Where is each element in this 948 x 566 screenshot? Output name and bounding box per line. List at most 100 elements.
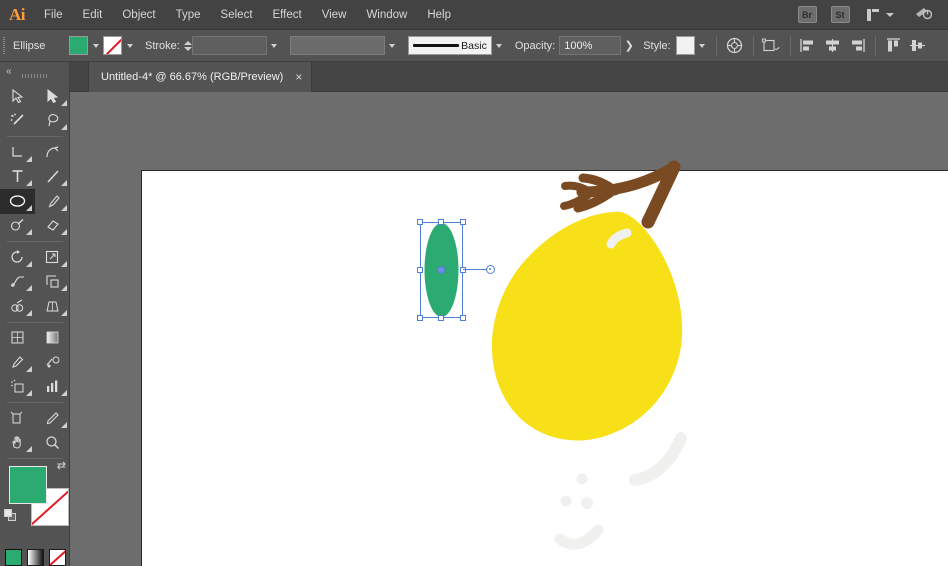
paintbrush-tool[interactable] xyxy=(35,189,70,214)
selected-ellipse[interactable] xyxy=(417,219,495,321)
none-mode[interactable] xyxy=(48,549,66,566)
style-chevron-down-icon[interactable] xyxy=(695,36,710,55)
style-label: Style: xyxy=(643,39,671,52)
fill-swatch[interactable] xyxy=(69,36,88,55)
hand-tool[interactable] xyxy=(0,431,35,456)
menu-help[interactable]: Help xyxy=(417,0,461,30)
workspace-switcher[interactable] xyxy=(866,8,894,21)
curvature-tool[interactable] xyxy=(35,140,70,165)
graphic-style-control[interactable]: Style: xyxy=(643,36,710,55)
brush-definition-control[interactable]: Basic xyxy=(407,36,507,55)
panel-drag-grip[interactable] xyxy=(22,74,48,78)
ellipse-tool[interactable] xyxy=(0,189,35,214)
gradient-mode[interactable] xyxy=(26,549,44,566)
menu-file[interactable]: File xyxy=(34,0,73,30)
menu-window[interactable]: Window xyxy=(356,0,417,30)
free-transform-tool[interactable] xyxy=(35,270,70,295)
rotate-tool[interactable] xyxy=(0,245,35,270)
transform-center-point[interactable] xyxy=(437,266,445,274)
stroke-weight-control[interactable]: Stroke: xyxy=(145,36,282,55)
scale-tool[interactable] xyxy=(35,245,70,270)
menu-select[interactable]: Select xyxy=(211,0,263,30)
zoom-tool[interactable] xyxy=(35,431,70,456)
divider xyxy=(0,399,70,406)
magic-wand-tool[interactable] xyxy=(0,109,35,134)
brush-definition-field[interactable]: Basic xyxy=(407,36,492,55)
rotate-widget-icon[interactable] xyxy=(486,265,495,274)
collapse-panel-icon[interactable]: « xyxy=(6,66,11,77)
menu-type[interactable]: Type xyxy=(166,0,211,30)
blend-tool[interactable] xyxy=(35,350,70,375)
canvas-area[interactable] xyxy=(70,92,948,566)
toolpanel-fill-swatch[interactable] xyxy=(9,466,47,504)
align-vertical-center-icon[interactable] xyxy=(906,34,930,58)
opacity-control[interactable]: Opacity: 100% ❯ xyxy=(515,36,637,55)
control-bar-grip[interactable] xyxy=(0,30,7,62)
width-tool[interactable] xyxy=(0,270,35,295)
lemon-illustration[interactable] xyxy=(70,92,948,566)
eyedropper-tool[interactable] xyxy=(0,350,35,375)
transform-shape-icon[interactable] xyxy=(760,34,784,58)
shaper-tool[interactable] xyxy=(0,214,35,239)
handle-top-right[interactable] xyxy=(460,219,466,225)
tool-expand-corner xyxy=(61,260,67,267)
color-mode[interactable] xyxy=(4,549,22,566)
graphic-style-swatch[interactable] xyxy=(675,36,695,55)
artboard-tool[interactable] xyxy=(0,406,35,431)
variable-width-control[interactable] xyxy=(289,36,400,55)
menu-view[interactable]: View xyxy=(312,0,357,30)
menu-effect[interactable]: Effect xyxy=(263,0,312,30)
lasso-tool[interactable] xyxy=(35,109,70,134)
search-adobe-stock-icon[interactable] xyxy=(914,5,933,24)
tool-expand-corner xyxy=(26,285,32,291)
align-left-icon[interactable] xyxy=(797,34,821,58)
column-graph-tool[interactable] xyxy=(35,375,70,400)
tools-panel-header[interactable]: « xyxy=(0,62,69,84)
symbol-sprayer-tool[interactable] xyxy=(0,375,35,400)
opacity-input[interactable]: 100% xyxy=(559,36,622,55)
stroke-color-control[interactable] xyxy=(103,36,137,55)
slice-tool[interactable] xyxy=(35,406,70,431)
brush-chevron-down-icon[interactable] xyxy=(492,36,507,55)
gradient-tool[interactable] xyxy=(35,326,70,351)
direct-selection-tool[interactable] xyxy=(35,84,70,109)
stroke-weight-input[interactable] xyxy=(191,36,267,55)
recolor-artwork-icon[interactable] xyxy=(723,34,747,58)
align-horizontal-center-icon[interactable] xyxy=(821,34,845,58)
document-tab[interactable]: Untitled-4* @ 66.67% (RGB/Preview) × xyxy=(88,62,313,92)
tool-expand-corner xyxy=(61,421,67,428)
pen-tool[interactable] xyxy=(0,140,35,165)
line-segment-tool[interactable] xyxy=(35,165,70,190)
handle-bottom-left[interactable] xyxy=(417,315,423,321)
swap-fill-stroke-icon[interactable]: ⇄ xyxy=(57,459,66,472)
default-fill-stroke-icon[interactable] xyxy=(4,509,17,522)
close-icon[interactable]: × xyxy=(295,71,302,83)
stroke-weight-chevron-down-icon[interactable] xyxy=(267,36,282,55)
selection-tool[interactable] xyxy=(0,84,35,109)
perspective-grid-tool[interactable] xyxy=(35,294,70,319)
handle-middle-left[interactable] xyxy=(417,267,423,273)
opacity-options-arrow-icon[interactable]: ❯ xyxy=(621,36,637,55)
handle-middle-right[interactable] xyxy=(460,267,466,273)
align-top-icon[interactable] xyxy=(882,34,906,58)
stroke-none-swatch[interactable] xyxy=(103,36,122,55)
variable-width-profile[interactable] xyxy=(289,36,385,55)
bridge-button[interactable]: Br xyxy=(797,6,817,23)
type-tool[interactable] xyxy=(0,165,35,190)
stroke-weight-stepper[interactable] xyxy=(183,40,192,51)
handle-bottom-right[interactable] xyxy=(460,315,466,321)
stroke-chevron-down-icon[interactable] xyxy=(122,36,137,55)
variable-width-chevron-down-icon[interactable] xyxy=(385,36,400,55)
fill-color-control[interactable] xyxy=(69,36,103,55)
fill-chevron-down-icon[interactable] xyxy=(88,36,103,55)
menu-edit[interactable]: Edit xyxy=(73,0,113,30)
handle-top-center[interactable] xyxy=(438,219,444,225)
align-right-icon[interactable] xyxy=(845,34,869,58)
shape-builder-tool[interactable] xyxy=(0,294,35,319)
menu-object[interactable]: Object xyxy=(112,0,165,30)
handle-top-left[interactable] xyxy=(417,219,423,225)
handle-bottom-center[interactable] xyxy=(438,315,444,321)
stock-button[interactable]: St xyxy=(830,6,850,23)
mesh-tool[interactable] xyxy=(0,326,35,351)
eraser-tool[interactable] xyxy=(35,214,70,239)
